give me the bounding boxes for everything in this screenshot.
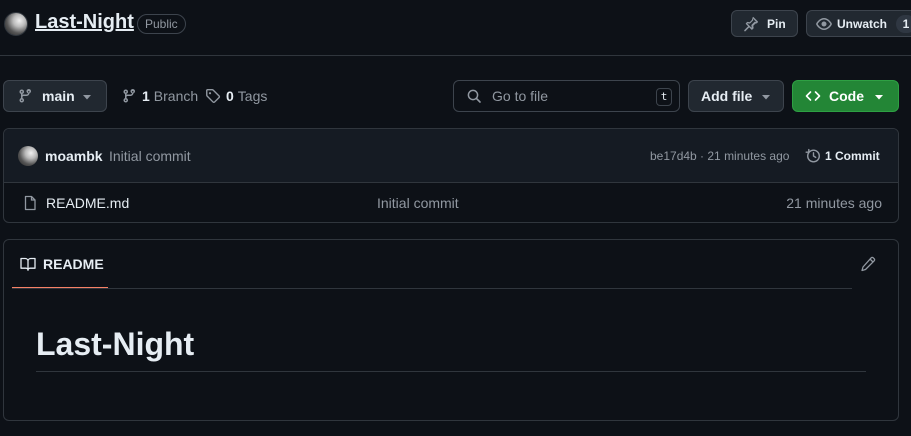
- file-commit-time: 21 minutes ago: [786, 195, 882, 211]
- visibility-badge: Public: [137, 14, 186, 34]
- file-row[interactable]: README.md Initial commit 21 minutes ago: [4, 183, 898, 222]
- triangle-down-icon: [761, 93, 771, 101]
- branches-label: Branch: [153, 88, 199, 104]
- add-file-label: Add file: [701, 88, 753, 104]
- file-name-link[interactable]: README.md: [46, 195, 129, 211]
- file-commit-message[interactable]: Initial commit: [377, 195, 459, 211]
- unwatch-label: Unwatch: [837, 16, 888, 31]
- eye-icon: [816, 16, 832, 32]
- repo-name-link[interactable]: Last-Night: [35, 11, 134, 34]
- file-icon: [22, 195, 38, 211]
- commit-author-avatar[interactable]: [18, 146, 38, 166]
- add-file-button[interactable]: Add file: [688, 80, 784, 112]
- git-branch-icon: [121, 88, 137, 104]
- watchers-counter: 1: [896, 14, 911, 33]
- code-label: Code: [829, 88, 864, 104]
- tab-bar-divider: [12, 288, 852, 289]
- unwatch-button[interactable]: Unwatch 1: [806, 10, 911, 37]
- code-button[interactable]: Code: [792, 80, 899, 112]
- readme-heading: Last-Night: [36, 326, 195, 362]
- history-icon: [805, 148, 821, 164]
- pencil-icon: [860, 256, 876, 272]
- repo-header: Last-Night Public Pin Unwatch 1: [0, 0, 911, 56]
- tags-count: 0: [226, 88, 234, 104]
- readme-tab-bar: README: [4, 240, 898, 289]
- triangle-down-icon: [82, 93, 92, 101]
- pin-button[interactable]: Pin: [731, 10, 798, 37]
- tags-link[interactable]: 0 Tags: [205, 87, 267, 105]
- pin-label: Pin: [767, 16, 786, 31]
- tags-label: Tags: [237, 88, 268, 104]
- pin-icon: [743, 16, 759, 32]
- tag-icon: [205, 88, 221, 104]
- commit-count-label: 1 Commit: [825, 149, 880, 163]
- go-to-file-input[interactable]: [490, 87, 640, 105]
- owner-avatar[interactable]: [4, 12, 28, 36]
- go-to-file-search[interactable]: t: [453, 80, 680, 112]
- commit-author[interactable]: moambk: [45, 148, 103, 164]
- search-icon: [466, 88, 482, 104]
- book-icon: [20, 256, 36, 272]
- branches-link[interactable]: 1 Branch: [121, 87, 198, 105]
- readme-tab-label: README: [43, 255, 104, 272]
- readme-panel: README Last-Night: [3, 239, 899, 421]
- commit-sha-time[interactable]: be17d4b · 21 minutes ago: [650, 149, 789, 163]
- git-branch-icon: [17, 88, 33, 104]
- commit-message[interactable]: Initial commit: [109, 148, 191, 164]
- code-icon: [805, 88, 821, 104]
- file-browser: moambk Initial commit be17d4b · 21 minut…: [3, 128, 899, 223]
- commit-history-link[interactable]: 1 Commit: [805, 147, 880, 165]
- search-shortcut-hint: t: [656, 88, 672, 106]
- edit-readme-button[interactable]: [860, 256, 876, 272]
- tab-readme[interactable]: README: [12, 240, 108, 289]
- branches-count: 1: [142, 88, 150, 104]
- branch-name: main: [42, 88, 75, 104]
- branch-select-button[interactable]: main: [3, 80, 107, 112]
- triangle-down-icon: [874, 93, 884, 101]
- heading-divider: [36, 371, 866, 372]
- latest-commit-bar: moambk Initial commit be17d4b · 21 minut…: [4, 129, 898, 183]
